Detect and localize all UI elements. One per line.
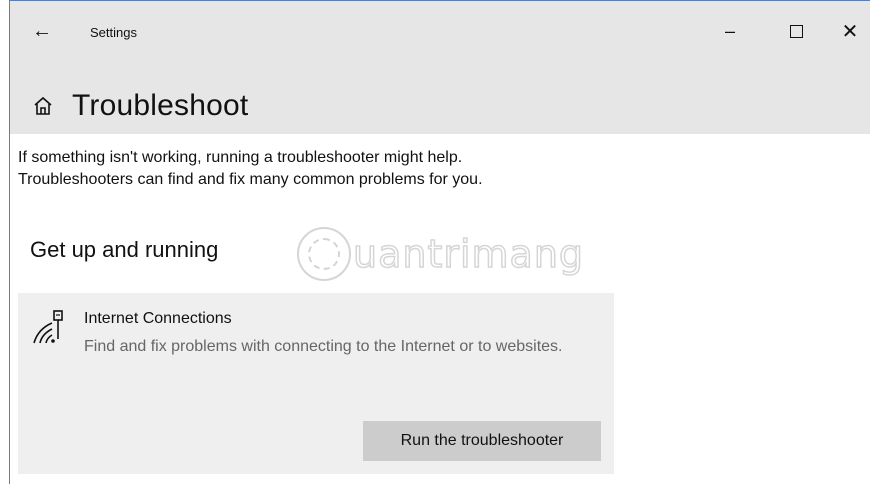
minimize-button[interactable]: –: [712, 18, 748, 44]
troubleshooter-title: Internet Connections: [84, 310, 232, 327]
section-title: Get up and running: [30, 237, 219, 262]
back-button[interactable]: ←: [28, 18, 56, 44]
minimize-icon: –: [724, 20, 735, 41]
close-icon: ✕: [841, 20, 859, 43]
troubleshooter-card[interactable]: Internet Connections Find and fix proble…: [18, 293, 614, 474]
window-top-border: [9, 0, 870, 1]
home-icon[interactable]: [32, 95, 54, 117]
page-header: Troubleshoot: [32, 84, 248, 128]
square-icon: [789, 24, 803, 38]
network-connection-icon: [33, 310, 63, 344]
run-troubleshooter-button[interactable]: Run the troubleshooter: [363, 421, 601, 461]
description-line-1: If something isn't working, running a tr…: [18, 149, 463, 166]
troubleshooter-description: Find and fix problems with connecting to…: [84, 338, 563, 355]
maximize-button[interactable]: [778, 18, 814, 44]
page-title: Troubleshoot: [72, 89, 249, 122]
arrow-left-icon: ←: [32, 19, 52, 42]
close-button[interactable]: ✕: [832, 18, 868, 44]
page-description: If something isn't working, running a tr…: [18, 147, 658, 191]
app-title: Settings: [90, 25, 137, 40]
description-line-2: Troubleshooters can find and fix many co…: [18, 171, 483, 188]
watermark-text: uantrimang: [352, 231, 585, 277]
window-left-border: [9, 0, 10, 484]
watermark-logo: uantrimang: [297, 222, 597, 286]
watermark-lightbulb-icon: [297, 227, 351, 281]
settings-window: ← Settings – ✕ Troubleshoot If something…: [0, 0, 870, 484]
